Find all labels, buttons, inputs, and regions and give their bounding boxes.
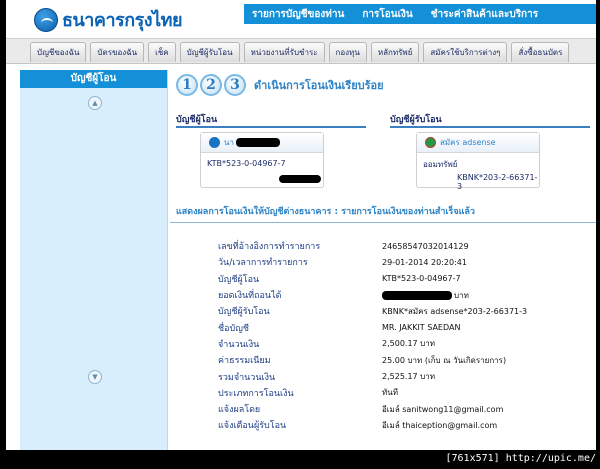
tab-funds[interactable]: กองทุน [328, 42, 367, 62]
to-account-name: สมัคร adsense [440, 138, 496, 147]
redacted-balance [279, 175, 321, 183]
detail-row: ยอดเงินที่ถอนได้ บาท [218, 287, 588, 303]
redacted-name [235, 138, 280, 147]
detail-label: ประเภทการโอนเงิน [218, 388, 294, 399]
detail-label: บัญชีผู้รับโอน [218, 307, 270, 318]
step-3-icon: 3 [224, 74, 246, 96]
detail-value: KTB*523-0-04967-7 [382, 274, 461, 284]
scroll-down-icon[interactable]: ▼ [88, 370, 102, 384]
topnav-payment[interactable]: ชำระค่าสินค้าและบริการ [422, 7, 547, 22]
detail-row: ประเภทการโอนเงิน ทันที [218, 385, 588, 401]
detail-value: 29-01-2014 20:20:41 [382, 257, 467, 267]
step-1-icon: 1 [176, 74, 198, 96]
detail-row: แจ้งผลโดย อีเมล์ sanitwong11@gmail.com [218, 401, 588, 417]
detail-row: จำนวนเงิน 2,500.17 บาท [218, 336, 588, 352]
tab-cheque[interactable]: เช็ค [148, 42, 176, 62]
ktb-logo-icon [34, 7, 58, 32]
tab-payee-accounts[interactable]: บัญชีผู้รับโอน [179, 42, 240, 62]
result-title: แสดงผลการโอนเงินให้บัญชีต่างธนาคาร : ราย… [176, 207, 475, 217]
to-account-type: ออมทรัพย์ [423, 160, 458, 169]
topnav-accounts[interactable]: รายการบัญชีของท่าน [244, 7, 353, 22]
detail-label: รวมจำนวนเงิน [218, 372, 276, 383]
detail-value: KBNK*สมัคร adsense*203-2-66371-3 [382, 306, 528, 316]
from-account-card: นา KTB*523-0-04967-7 [200, 132, 324, 188]
site-header: ธนาคารกรุงไทย รายการบัญชีของท่าน การโอนเ… [6, 0, 596, 38]
from-account-name: นา [224, 138, 234, 147]
main-content: 1 2 3 ดำเนินการโอนเงินเรียบร้อย บัญชีผู้… [170, 70, 596, 450]
detail-label: บัญชีผู้โอน [218, 274, 260, 285]
from-section-line [176, 126, 366, 128]
detail-value: 2,500.17 บาท [382, 339, 436, 349]
step-indicator: 1 2 3 ดำเนินการโอนเงินเรียบร้อย [176, 74, 384, 96]
redacted-amount [382, 290, 452, 300]
detail-row: วัน/เวลาการทำรายการ 29-01-2014 20:20:41 [218, 254, 588, 270]
detail-label: ชื่อบัญชี [218, 323, 250, 334]
detail-value: ทันที [382, 388, 399, 398]
sidebar-title: บัญชีผู้โอน [20, 70, 167, 88]
step-2-icon: 2 [200, 74, 222, 96]
detail-label: แจ้งเตือนผู้รับโอน [218, 421, 287, 432]
scroll-up-icon[interactable]: ▲ [88, 96, 102, 110]
detail-value: อีเมล์ sanitwong11@gmail.com [382, 404, 504, 414]
to-account-number: KBNK*203-2-66371-3 [457, 173, 538, 191]
detail-value: 25.00 บาท (เก็บ ณ วันเกิดรายการ) [382, 355, 507, 365]
detail-value: MR. JAKKIT SAEDAN [382, 323, 461, 333]
tab-my-cards[interactable]: บัตรของฉัน [90, 42, 145, 62]
from-section-label: บัญชีผู้โอน [176, 115, 218, 125]
detail-row: รวมจำนวนเงิน 2,525.17 บาท [218, 368, 588, 384]
detail-row: ค่าธรรมเนียม 25.00 บาท (เก็บ ณ วันเกิดรา… [218, 352, 588, 368]
to-section-label: บัญชีผู้รับโอน [390, 115, 442, 125]
detail-row: เลขที่อ้างอิงการทำรายการ 246585470320141… [218, 238, 588, 254]
tab-bar: บัญชีของฉัน บัตรของฉัน เช็ค บัญชีผู้รับโ… [6, 38, 596, 64]
top-nav: รายการบัญชีของท่าน การโอนเงิน ชำระค่าสิน… [244, 4, 596, 24]
brand-name: ธนาคารกรุงไทย [62, 10, 183, 31]
kbank-icon [425, 137, 436, 148]
detail-label: วัน/เวลาการทำรายการ [218, 258, 308, 269]
detail-value: 24658547032014129 [382, 241, 469, 251]
sidebar: บัญชีผู้โอน ▲ ▼ [20, 70, 168, 450]
detail-value: บาท [454, 290, 469, 300]
detail-value: อีเมล์ thaiception@gmail.com [382, 420, 498, 430]
detail-label: แจ้งผลโดย [218, 405, 261, 416]
result-divider [170, 222, 596, 223]
detail-label: ยอดเงินที่ถอนได้ [218, 291, 282, 302]
detail-value: 2,525.17 บาท [382, 372, 436, 382]
detail-row: แจ้งเตือนผู้รับโอน อีเมล์ thaiception@gm… [218, 417, 588, 433]
detail-label: ค่าธรรมเนียม [218, 356, 271, 367]
transaction-details: เลขที่อ้างอิงการทำรายการ 246585470320141… [218, 238, 588, 434]
tab-billers[interactable]: หน่วยงานที่รับชำระ [243, 42, 325, 62]
detail-row: บัญชีผู้โอน KTB*523-0-04967-7 [218, 271, 588, 287]
browser-page: ธนาคารกรุงไทย รายการบัญชีของท่าน การโอนเ… [6, 0, 596, 450]
ktb-bank-icon [209, 137, 220, 148]
to-section-line [390, 126, 590, 128]
topnav-transfer[interactable]: การโอนเงิน [353, 7, 421, 22]
tab-services[interactable]: สมัครใช้บริการต่างๆ [423, 42, 508, 62]
from-account-number: KTB*523-0-04967-7 [207, 159, 286, 168]
tab-my-accounts[interactable]: บัญชีของฉัน [30, 42, 87, 62]
detail-row: ชื่อบัญชี MR. JAKKIT SAEDAN [218, 319, 588, 335]
detail-label: เลขที่อ้างอิงการทำรายการ [218, 242, 321, 253]
detail-label: จำนวนเงิน [218, 339, 260, 350]
upic-watermark: [761x571] http://upic.me/ [445, 453, 596, 464]
step-title: ดำเนินการโอนเงินเรียบร้อย [254, 79, 384, 92]
detail-row: บัญชีผู้รับโอน KBNK*สมัคร adsense*203-2-… [218, 303, 588, 319]
to-account-card: สมัคร adsense ออมทรัพย์ KBNK*203-2-66371… [416, 132, 540, 191]
tab-securities[interactable]: หลักทรัพย์ [370, 42, 420, 62]
tab-order-banknotes[interactable]: สั่งซื้อธนบัตร [511, 42, 570, 62]
ktb-logo[interactable]: ธนาคารกรุงไทย [34, 5, 183, 34]
